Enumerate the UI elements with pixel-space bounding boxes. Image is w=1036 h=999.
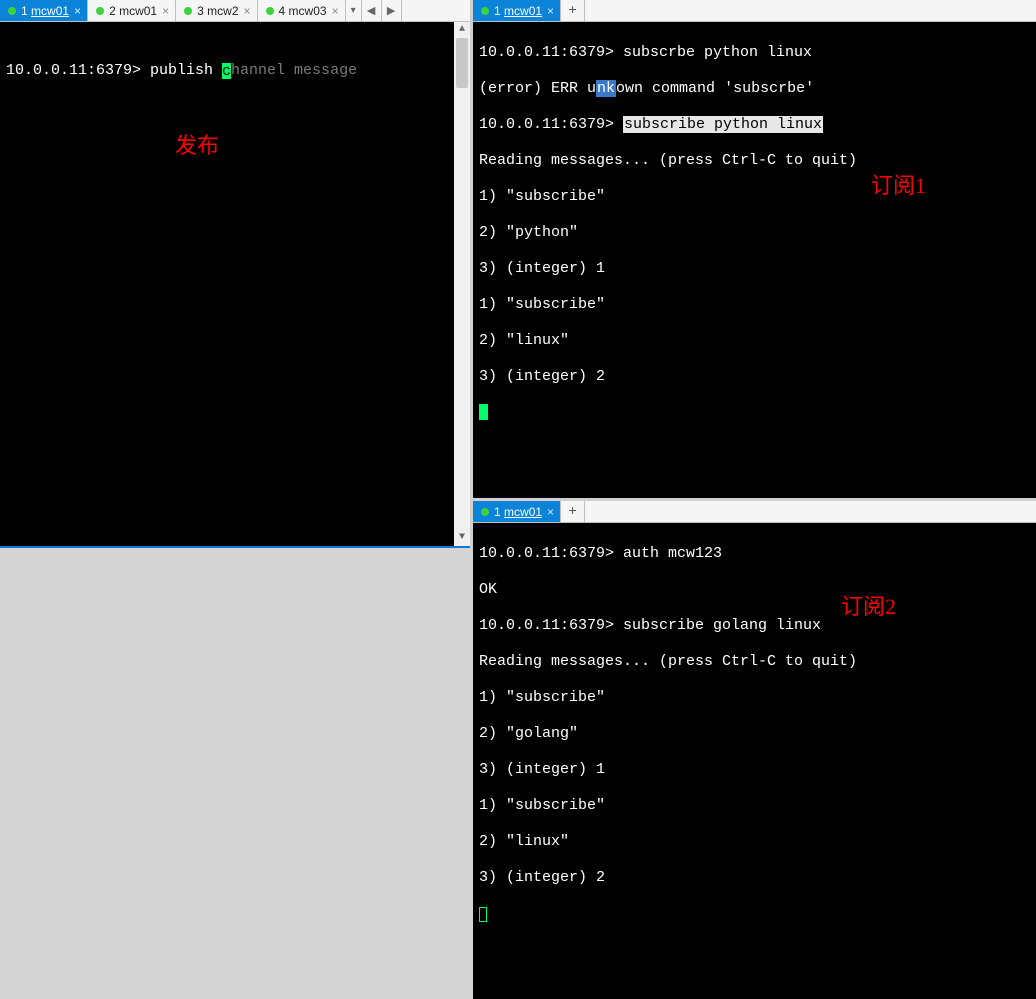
annotation-subscribe-2: 订阅2 [841, 598, 896, 616]
terminal-line: (error) ERR unkown command 'subscrbe' [479, 80, 1030, 98]
app-root: 1 mcw01 × 2 mcw01 × 3 mcw2 × 4 mcw03 × ▾… [0, 0, 1036, 548]
left-pane: 1 mcw01 × 2 mcw01 × 3 mcw2 × 4 mcw03 × ▾… [0, 0, 473, 548]
tab-3[interactable]: 3 mcw2 × [176, 0, 257, 21]
terminal-line: Reading messages... (press Ctrl-C to qui… [479, 152, 1030, 170]
new-tab-button[interactable]: + [561, 501, 585, 522]
tab-1[interactable]: 1 mcw01 × [473, 501, 561, 522]
close-icon[interactable]: × [547, 4, 554, 18]
cursor-icon [479, 404, 488, 420]
terminal-line: 10.0.0.11:6379> subscribe golang linux [479, 617, 1030, 635]
terminal-line: 1) "subscribe" [479, 188, 1030, 206]
right-bottom-pane: 1 mcw01 × + 10.0.0.11:6379> auth mcw123 … [473, 501, 1036, 999]
selected-text: subscribe python linux [623, 116, 823, 133]
tab-label: mcw01 [119, 4, 157, 18]
terminal-line: 1) "subscribe" [479, 797, 1030, 815]
tab-label: mcw03 [289, 4, 327, 18]
text-cursor-highlight: nk [596, 80, 616, 97]
left-terminal[interactable]: 10.0.0.11:6379> publish channel message … [0, 22, 470, 548]
scroll-down-icon[interactable]: ▼ [454, 530, 470, 546]
hint-text: hannel message [231, 62, 357, 79]
close-icon[interactable]: × [332, 4, 339, 18]
terminal-line: 2) "linux" [479, 332, 1030, 350]
terminal-line: 2) "linux" [479, 833, 1030, 851]
typed-cmd: publish [150, 62, 222, 79]
status-dot-icon [481, 508, 489, 516]
annotation-publish: 发布 [175, 137, 219, 155]
tab-num: 2 [109, 4, 116, 18]
scroll-thumb[interactable] [456, 38, 468, 88]
close-icon[interactable]: × [162, 4, 169, 18]
tab-label: mcw01 [504, 505, 542, 519]
tab-dropdown-icon[interactable]: ▾ [346, 0, 362, 21]
tab-1[interactable]: 1 mcw01 × [473, 0, 561, 21]
scroll-track[interactable] [454, 38, 470, 530]
terminal-line: 1) "subscribe" [479, 296, 1030, 314]
tab-num: 1 [494, 4, 501, 18]
terminal-line: 10.0.0.11:6379> subscrbe python linux [479, 44, 1030, 62]
terminal-line: 10.0.0.11:6379> subscribe python linux [479, 116, 1030, 134]
cursor-icon [479, 907, 487, 922]
tab-4[interactable]: 4 mcw03 × [258, 0, 346, 21]
terminal-line: 3) (integer) 2 [479, 368, 1030, 386]
terminal-line: 2) "python" [479, 224, 1030, 242]
status-dot-icon [481, 7, 489, 15]
terminal-line: OK [479, 581, 1030, 599]
status-dot-icon [266, 7, 274, 15]
terminal-line: 2) "golang" [479, 725, 1030, 743]
status-dot-icon [96, 7, 104, 15]
tab-num: 4 [279, 4, 286, 18]
terminal-line [479, 905, 1030, 923]
tab-scroll-right-icon[interactable]: ▶ [382, 0, 402, 21]
terminal-line: 3) (integer) 1 [479, 260, 1030, 278]
scrollbar[interactable]: ▲ ▼ [454, 22, 470, 546]
right-top-terminal[interactable]: 10.0.0.11:6379> subscrbe python linux (e… [473, 22, 1036, 498]
tab-label: mcw2 [207, 4, 238, 18]
right-pane: 1 mcw01 × + 10.0.0.11:6379> subscrbe pyt… [473, 0, 1036, 548]
left-tab-bar: 1 mcw01 × 2 mcw01 × 3 mcw2 × 4 mcw03 × ▾… [0, 0, 470, 22]
status-dot-icon [184, 7, 192, 15]
close-icon[interactable]: × [547, 505, 554, 519]
new-tab-button[interactable]: + [561, 0, 585, 21]
right-top-tab-bar: 1 mcw01 × + [473, 0, 1036, 22]
tab-scroll-left-icon[interactable]: ◀ [362, 0, 382, 21]
tab-1[interactable]: 1 mcw01 × [0, 0, 88, 21]
terminal-line [479, 404, 1030, 422]
tab-num: 1 [494, 505, 501, 519]
tab-label: mcw01 [31, 4, 69, 18]
tab-num: 3 [197, 4, 204, 18]
right-bottom-terminal[interactable]: 10.0.0.11:6379> auth mcw123 OK 10.0.0.11… [473, 523, 1036, 999]
scroll-up-icon[interactable]: ▲ [454, 22, 470, 38]
status-dot-icon [8, 7, 16, 15]
cursor-icon: c [222, 63, 231, 79]
terminal-line: 10.0.0.11:6379> publish channel message [6, 62, 464, 80]
prompt: 10.0.0.11:6379> [6, 62, 150, 79]
terminal-line: 1) "subscribe" [479, 689, 1030, 707]
terminal-line: 3) (integer) 2 [479, 869, 1030, 887]
close-icon[interactable]: × [74, 4, 81, 18]
close-icon[interactable]: × [244, 4, 251, 18]
right-bottom-tab-bar: 1 mcw01 × + [473, 501, 1036, 523]
tab-label: mcw01 [504, 4, 542, 18]
terminal-line: Reading messages... (press Ctrl-C to qui… [479, 653, 1030, 671]
right-top-pane: 1 mcw01 × + 10.0.0.11:6379> subscrbe pyt… [473, 0, 1036, 501]
terminal-line: 3) (integer) 1 [479, 761, 1030, 779]
tab-2[interactable]: 2 mcw01 × [88, 0, 176, 21]
tab-num: 1 [21, 4, 28, 18]
